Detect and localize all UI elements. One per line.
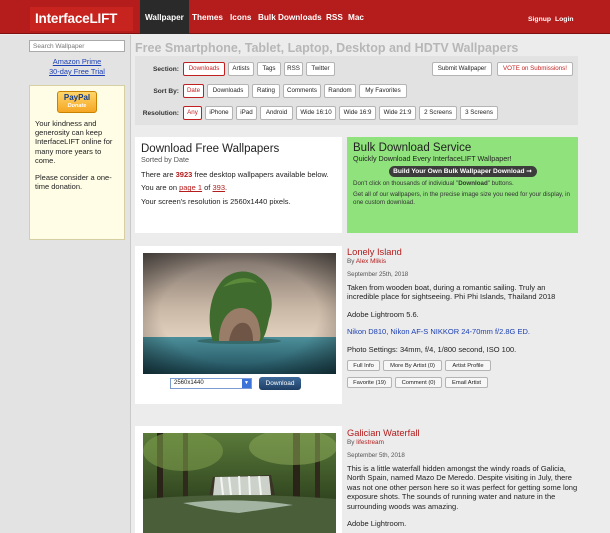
- email-artist-button[interactable]: Email Artist: [445, 377, 488, 389]
- wallpaper-camera[interactable]: Nikon D810, Nikon AF-S NIKKOR 24-70mm f/…: [347, 327, 578, 336]
- amazon-prime-link[interactable]: Amazon Prime: [29, 57, 125, 66]
- chevron-down-icon: ▼: [242, 379, 251, 388]
- wallpaper-byline: By lifestream: [347, 439, 384, 446]
- wallpaper-software: Adobe Lightroom 5.6.: [347, 309, 419, 319]
- wallpaper-settings: Photo Settings: 34mm, f/4, 1/800 second,…: [347, 344, 517, 354]
- section-tags[interactable]: Tags: [257, 62, 281, 76]
- info-heading: Download Free Wallpapers: [141, 143, 280, 155]
- section-downloads[interactable]: Downloads: [183, 62, 225, 76]
- section-artists[interactable]: Artists: [228, 62, 254, 76]
- wallpaper-count-text: There are 3923 free desktop wallpapers a…: [141, 170, 329, 179]
- section-rss[interactable]: RSS: [284, 62, 303, 76]
- res-any[interactable]: Any: [183, 106, 202, 120]
- wallpaper-description: Taken from wooden boat, during a romanti…: [347, 283, 556, 302]
- bulk-heading: Bulk Download Service: [353, 142, 472, 154]
- donate-box: PayPal Donate Your kindness and generosi…: [29, 85, 125, 240]
- wallpaper-thumbnail[interactable]: [143, 433, 336, 533]
- section-twitter[interactable]: Twitter: [306, 62, 335, 76]
- section-label: Section:: [152, 66, 179, 73]
- wallpaper-description: This is a little waterfall hidden amongs…: [347, 464, 578, 511]
- wallpaper-title[interactable]: Galician Waterfall: [347, 428, 578, 439]
- current-page-link[interactable]: page 1: [179, 183, 202, 192]
- paypal-donate-button[interactable]: PayPal Donate: [57, 91, 97, 113]
- wallpaper-details: Lonely Island By Alex Mlikis September 2…: [347, 247, 578, 394]
- author-link[interactable]: Alex Mlikis: [356, 258, 386, 265]
- login-link[interactable]: Login: [555, 0, 574, 34]
- sort-comments[interactable]: Comments: [283, 84, 321, 98]
- site-logo[interactable]: InterfaceLIFT: [30, 7, 133, 31]
- res-wide-16-9[interactable]: Wide 16:9: [339, 106, 376, 120]
- bulk-text-2: Get all of our wallpapers, in the precis…: [353, 191, 570, 207]
- artist-profile-button[interactable]: Artist Profile: [445, 360, 491, 372]
- sort-my-favorites[interactable]: My Favorites: [359, 84, 407, 98]
- bulk-download-box: Bulk Download Service Quickly Download E…: [347, 137, 578, 233]
- res-3-screens[interactable]: 3 Screens: [460, 106, 498, 120]
- nav-wallpaper[interactable]: Wallpaper: [140, 0, 189, 34]
- wallpaper-date: September 5th, 2018: [347, 452, 405, 459]
- signup-link[interactable]: Signup: [528, 0, 551, 34]
- screen-resolution-text: Your screen's resolution is 2560x1440 pi…: [141, 196, 291, 206]
- wallpaper-thumbnail[interactable]: [143, 253, 336, 374]
- top-nav-bar: InterfaceLIFT Wallpaper Themes Icons Bul…: [0, 0, 610, 34]
- page-title: Free Smartphone, Tablet, Laptop, Desktop…: [135, 41, 519, 55]
- res-wide-16-10[interactable]: Wide 16:10: [296, 106, 336, 120]
- res-2-screens[interactable]: 2 Screens: [419, 106, 457, 120]
- build-bulk-download-button[interactable]: Build Your Own Bulk Wallpaper Download ➞: [388, 166, 537, 177]
- submit-wallpaper-button[interactable]: Submit Wallpaper: [432, 62, 492, 76]
- full-info-button[interactable]: Full Info: [347, 360, 380, 372]
- wallpaper-card: [135, 426, 342, 533]
- wallpaper-date: September 25th, 2018: [347, 271, 409, 278]
- paypal-logo: PayPal: [63, 93, 91, 102]
- res-wide-21-9[interactable]: Wide 21:9: [379, 106, 416, 120]
- sort-rating[interactable]: Rating: [252, 84, 280, 98]
- wallpaper-count: 3923: [175, 170, 193, 179]
- wallpaper-title[interactable]: Lonely Island: [347, 247, 578, 258]
- nav-icons[interactable]: Icons: [230, 0, 251, 34]
- wallpaper-byline: By Alex Mlikis: [347, 258, 387, 265]
- sort-label: Sort By:: [153, 88, 179, 95]
- search-input[interactable]: [29, 40, 125, 52]
- resolution-select[interactable]: 2560x1440 ▼: [170, 378, 252, 389]
- info-sorted-by: Sorted by Date: [141, 155, 189, 164]
- favorite-button[interactable]: Favorite (19): [347, 377, 392, 389]
- nav-rss[interactable]: RSS: [326, 0, 343, 34]
- resolution-label: Resolution:: [142, 110, 179, 117]
- nav-themes[interactable]: Themes: [192, 0, 223, 34]
- donate-text-2: Please consider a one-time donation.: [35, 173, 112, 192]
- wallpaper-card: 2560x1440 ▼ Download: [135, 246, 342, 404]
- lonely-island-image: [143, 253, 336, 374]
- donate-text: Your kindness and generosity can keep In…: [35, 119, 113, 165]
- more-by-artist-button[interactable]: More By Artist (0): [383, 360, 442, 372]
- bulk-subheading: Quickly Download Every InterfaceLIFT Wal…: [353, 154, 512, 163]
- vote-submissions-button[interactable]: VOTE on Submissions!: [497, 62, 573, 76]
- last-page-link[interactable]: 393: [212, 183, 225, 192]
- download-info-box: Download Free Wallpapers Sorted by Date …: [135, 137, 342, 233]
- free-trial-link[interactable]: 30-day Free Trial: [29, 67, 125, 76]
- bulk-text-1: Don't click on thousands of individual "…: [353, 180, 514, 187]
- nav-bulk-downloads[interactable]: Bulk Downloads: [258, 0, 322, 34]
- galician-waterfall-image: [143, 433, 336, 533]
- res-ipad[interactable]: iPad: [236, 106, 257, 120]
- res-iphone[interactable]: iPhone: [205, 106, 233, 120]
- comment-button[interactable]: Comment (0): [395, 377, 442, 389]
- sort-downloads[interactable]: Downloads: [207, 84, 249, 98]
- wallpaper-software: Adobe Lightroom.: [347, 519, 407, 529]
- author-link[interactable]: lifestream: [356, 439, 384, 446]
- download-button[interactable]: Download: [259, 377, 301, 390]
- resolution-select-value: 2560x1440: [174, 380, 204, 386]
- sort-date[interactable]: Date: [183, 84, 204, 98]
- page: InterfaceLIFT Wallpaper Themes Icons Bul…: [0, 0, 610, 533]
- res-android[interactable]: Android: [260, 106, 293, 120]
- sidebar: Amazon Prime 30-day Free Trial PayPal Do…: [0, 35, 131, 533]
- page-position-text: You are on page 1 of 393.: [141, 183, 228, 193]
- filter-panel: Section: Downloads Artists Tags RSS Twit…: [135, 56, 578, 125]
- nav-mac[interactable]: Mac: [348, 0, 364, 34]
- wallpaper-details: Galician Waterfall By lifestream Septemb…: [347, 428, 578, 528]
- paypal-donate-label: Donate: [67, 103, 87, 109]
- sort-random[interactable]: Random: [324, 84, 356, 98]
